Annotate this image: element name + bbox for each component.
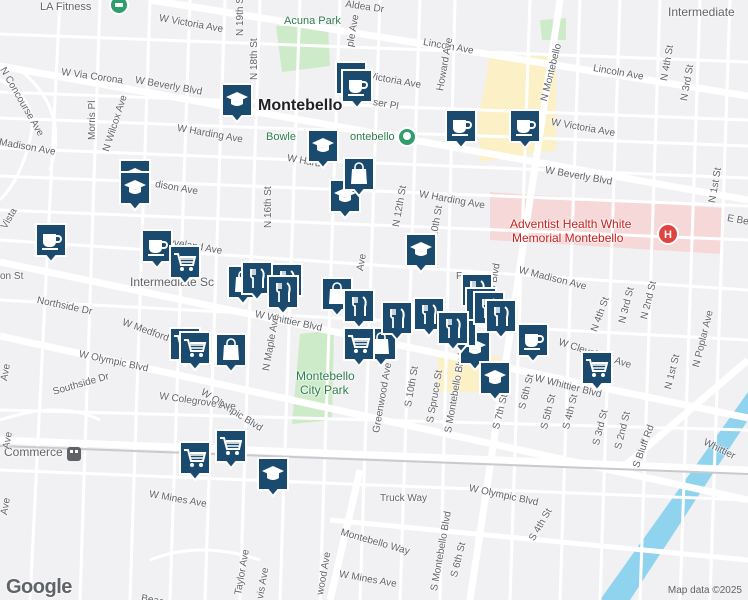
shopping-cart-icon bbox=[343, 327, 375, 368]
hospital-pin-icon[interactable]: H bbox=[656, 222, 680, 248]
map-label-city-park1: Montebello bbox=[296, 369, 355, 383]
fork-knife-icon bbox=[267, 275, 299, 316]
marker-food-4[interactable] bbox=[342, 288, 376, 332]
graduation-cap-icon bbox=[405, 233, 437, 274]
coffee-cup-icon bbox=[517, 323, 549, 364]
marker-coffee-3[interactable] bbox=[444, 108, 478, 152]
coffee-cup-icon bbox=[509, 109, 541, 150]
marker-cart-4[interactable] bbox=[342, 326, 376, 370]
shopping-cart-icon bbox=[179, 441, 211, 482]
marker-school-9[interactable] bbox=[256, 456, 290, 500]
map-label-commerce: Commerce bbox=[4, 445, 63, 459]
map-label-ston: on St bbox=[0, 271, 24, 282]
graduation-cap-icon bbox=[221, 83, 253, 124]
marker-coffee-5[interactable] bbox=[34, 222, 68, 266]
marker-school-2[interactable] bbox=[306, 128, 340, 172]
marker-cart-3[interactable] bbox=[178, 330, 212, 374]
map-label-bowl: Bowle bbox=[266, 131, 296, 143]
marker-cart-5[interactable] bbox=[214, 428, 248, 472]
marker-school-4[interactable] bbox=[118, 170, 152, 214]
map-label-city-park2: City Park bbox=[300, 383, 349, 397]
marker-food-3[interactable] bbox=[266, 274, 300, 318]
marker-food-10[interactable] bbox=[484, 298, 518, 342]
shopping-cart-icon bbox=[215, 429, 247, 470]
marker-food-11[interactable] bbox=[436, 310, 470, 354]
marker-school-1[interactable] bbox=[220, 82, 254, 126]
google-pin-icon bbox=[66, 446, 82, 462]
google-logo: Google bbox=[6, 576, 72, 598]
graduation-cap-icon bbox=[257, 457, 289, 498]
marker-coffee-7[interactable] bbox=[516, 322, 550, 366]
map-label-bowl2: ontebello bbox=[350, 131, 395, 143]
marker-shop-4[interactable] bbox=[214, 332, 248, 376]
fork-knife-icon bbox=[485, 299, 517, 340]
coffee-cup-icon bbox=[445, 109, 477, 150]
acuna-park-area bbox=[276, 26, 330, 72]
map-attribution: Map data ©2025 bbox=[667, 585, 742, 596]
map-label-la-fitness: LA Fitness bbox=[40, 1, 92, 13]
map-label-n16: N 16th St bbox=[263, 186, 274, 228]
park-pin-icon[interactable] bbox=[396, 126, 418, 150]
marker-food-5[interactable] bbox=[380, 300, 414, 344]
fork-knife-icon bbox=[437, 311, 469, 352]
graduation-cap-icon bbox=[307, 129, 339, 170]
marker-coffee-2[interactable] bbox=[340, 68, 374, 112]
coffee-cup-icon bbox=[35, 223, 67, 264]
shopping-cart-icon bbox=[581, 351, 613, 392]
marker-cart-1[interactable] bbox=[168, 244, 202, 288]
shopping-cart-icon bbox=[179, 331, 211, 372]
marker-school-8[interactable] bbox=[478, 360, 512, 404]
map-label-truck: Truck Way bbox=[380, 493, 428, 504]
map-label-acuna-park: Acuna Park bbox=[284, 15, 341, 27]
marker-cart-7[interactable] bbox=[580, 350, 614, 394]
coffee-cup-icon bbox=[341, 69, 373, 110]
map-label-n19: N 19th St bbox=[235, 0, 246, 36]
shopping-cart-icon bbox=[169, 245, 201, 286]
map-label-adventist1: Adventist Health White bbox=[510, 217, 632, 231]
marker-cart-6[interactable] bbox=[178, 440, 212, 484]
map-label-adventist2: Memorial Montebello bbox=[512, 231, 624, 245]
marker-coffee-4[interactable] bbox=[508, 108, 542, 152]
svg-text:H: H bbox=[664, 229, 672, 241]
marker-shop-1[interactable] bbox=[342, 156, 376, 200]
map-label-intermediate-top: Intermediate bbox=[668, 5, 735, 19]
shopping-bag-icon bbox=[343, 157, 375, 198]
shopping-bag-icon bbox=[215, 333, 247, 374]
map-label-n18: N 18th St bbox=[249, 38, 260, 80]
graduation-cap-icon bbox=[479, 361, 511, 402]
map-label-morris: Morris Pl bbox=[87, 100, 98, 140]
graduation-cap-icon bbox=[119, 171, 151, 212]
fork-knife-icon bbox=[381, 301, 413, 342]
marker-school-6[interactable] bbox=[404, 232, 438, 276]
fork-knife-icon bbox=[343, 289, 375, 330]
map-label-montebello: Montebello bbox=[258, 97, 343, 114]
fitness-pin-icon[interactable] bbox=[108, 0, 130, 18]
map-canvas[interactable]: H LA Fitness Aldea Dr Intermediate Acuna Pa… bbox=[0, 0, 748, 600]
